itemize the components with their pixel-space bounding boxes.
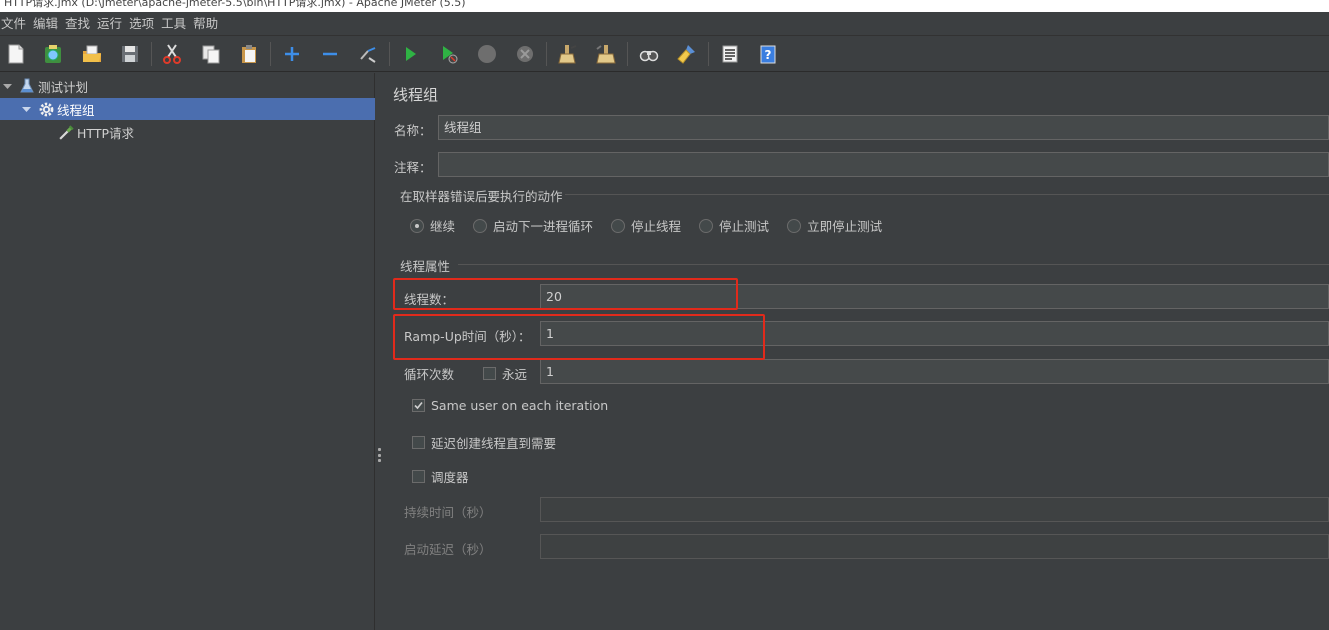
- menu-edit[interactable]: 编辑: [32, 14, 64, 34]
- menu-options[interactable]: 选项: [128, 14, 160, 34]
- radio-start-next-loop[interactable]: 启动下一进程循环: [473, 216, 593, 235]
- menu-tools[interactable]: 工具: [160, 14, 192, 34]
- clear-icon[interactable]: [556, 42, 580, 66]
- pipette-icon: [57, 123, 75, 141]
- paste-icon[interactable]: [237, 42, 261, 66]
- templates-icon[interactable]: [41, 42, 65, 66]
- clear-all-icon[interactable]: [594, 42, 618, 66]
- menu-search[interactable]: 查找: [64, 14, 96, 34]
- duration-label: 持续时间（秒）: [404, 505, 492, 520]
- annotation-highlight-rampup: [393, 314, 765, 360]
- grip-icon: [378, 448, 381, 462]
- chevron-down-icon[interactable]: [20, 103, 32, 115]
- shutdown-icon[interactable]: [513, 42, 537, 66]
- split-pane-divider[interactable]: [375, 73, 383, 630]
- tree-item-label: HTTP请求: [77, 125, 134, 141]
- function-helper-icon[interactable]: [718, 42, 742, 66]
- scheduler-checkbox[interactable]: 调度器: [412, 467, 469, 486]
- startup-delay-field[interactable]: [540, 534, 1329, 559]
- loop-count-label: 循环次数: [404, 367, 455, 382]
- menubar: 文件 编辑 查找 运行 选项 工具 帮助: [0, 12, 1329, 36]
- gear-icon: [37, 100, 55, 118]
- panel-title: 线程组: [393, 86, 439, 104]
- toolbar: ?: [0, 36, 1329, 72]
- start-icon[interactable]: [398, 42, 422, 66]
- cut-icon[interactable]: [160, 42, 184, 66]
- expand-icon[interactable]: [280, 42, 304, 66]
- radio-stop-test-now[interactable]: 立即停止测试: [787, 216, 882, 235]
- name-label: 名称：: [394, 123, 432, 138]
- window-title: HTTP请求.jmx (D:\Jmeter\apache-jmeter-5.5\…: [4, 0, 466, 9]
- start-no-pause-icon[interactable]: [437, 42, 461, 66]
- same-user-checkbox[interactable]: Same user on each iteration: [412, 398, 608, 413]
- menu-file[interactable]: 文件: [0, 14, 32, 34]
- duration-field[interactable]: [540, 497, 1329, 522]
- tree-item-test-plan[interactable]: 测试计划: [0, 75, 375, 97]
- save-icon[interactable]: [118, 42, 142, 66]
- new-icon[interactable]: [4, 42, 28, 66]
- radio-stop-test[interactable]: 停止测试: [699, 216, 769, 235]
- reset-search-icon[interactable]: [675, 42, 699, 66]
- search-icon[interactable]: [637, 42, 661, 66]
- svg-text:?: ?: [765, 48, 772, 62]
- help-icon[interactable]: ?: [756, 42, 780, 66]
- stop-icon[interactable]: [475, 42, 499, 66]
- chevron-down-icon[interactable]: [1, 80, 13, 92]
- tree-item-http-request[interactable]: HTTP请求: [0, 121, 375, 143]
- thread-group-panel: 线程组 名称： 线程组 注释： 在取样器错误后要执行的动作 继续 启动下一进程循…: [383, 73, 1329, 630]
- open-icon[interactable]: [80, 42, 104, 66]
- comment-field[interactable]: [438, 152, 1329, 177]
- on-error-section-title: 在取样器错误后要执行的动作: [400, 189, 563, 204]
- window-titlebar: HTTP请求.jmx (D:\Jmeter\apache-jmeter-5.5\…: [0, 0, 1329, 12]
- delay-thread-creation-checkbox[interactable]: 延迟创建线程直到需要: [412, 433, 556, 452]
- checkmark-icon: [412, 399, 425, 412]
- tree-item-thread-group[interactable]: 线程组: [0, 98, 375, 120]
- thread-props-section-title: 线程属性: [400, 259, 451, 274]
- menu-help[interactable]: 帮助: [192, 14, 224, 34]
- comment-label: 注释：: [394, 160, 432, 175]
- radio-continue[interactable]: 继续: [410, 216, 455, 235]
- annotation-highlight-threads: [393, 278, 738, 310]
- collapse-icon[interactable]: [318, 42, 342, 66]
- radio-stop-thread[interactable]: 停止线程: [611, 216, 681, 235]
- name-field[interactable]: 线程组: [438, 115, 1329, 140]
- loop-count-field[interactable]: 1: [540, 359, 1329, 384]
- tree-item-label: 测试计划: [38, 79, 89, 95]
- forever-checkbox[interactable]: 永远: [483, 364, 527, 383]
- tree-item-label: 线程组: [57, 102, 95, 118]
- startup-delay-label: 启动延迟（秒）: [404, 542, 492, 557]
- test-plan-icon: [18, 77, 36, 95]
- toggle-icon[interactable]: [356, 42, 380, 66]
- menu-run[interactable]: 运行: [96, 14, 128, 34]
- test-plan-tree: 测试计划 线程组 HTTP请求: [0, 73, 375, 630]
- copy-icon[interactable]: [199, 42, 223, 66]
- on-error-radio-group: 继续 启动下一进程循环 停止线程 停止测试 立即停止测试: [410, 216, 900, 235]
